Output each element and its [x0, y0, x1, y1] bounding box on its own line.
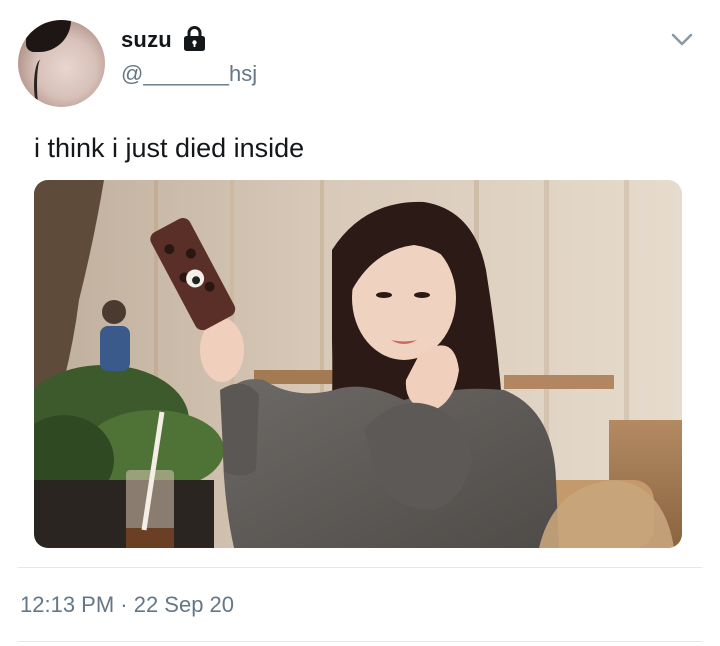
lock-icon: [184, 26, 205, 51]
chevron-down-icon[interactable]: [671, 32, 693, 48]
tweet: suzu @_______hsj i think i just died ins…: [0, 0, 720, 646]
tweet-text: i think i just died inside: [34, 133, 305, 163]
tweet-photo[interactable]: [34, 180, 682, 548]
divider-top: [18, 567, 702, 568]
author-display-name[interactable]: suzu: [121, 27, 172, 53]
photo-illustration: [34, 180, 682, 548]
tweet-timestamp[interactable]: 12:13 PM · 22 Sep 20: [20, 592, 234, 618]
author-handle[interactable]: @_______hsj: [121, 61, 257, 87]
divider-bottom: [18, 641, 702, 642]
avatar-cord: [34, 60, 47, 107]
avatar[interactable]: [18, 20, 105, 107]
avatar-hair: [26, 20, 71, 52]
